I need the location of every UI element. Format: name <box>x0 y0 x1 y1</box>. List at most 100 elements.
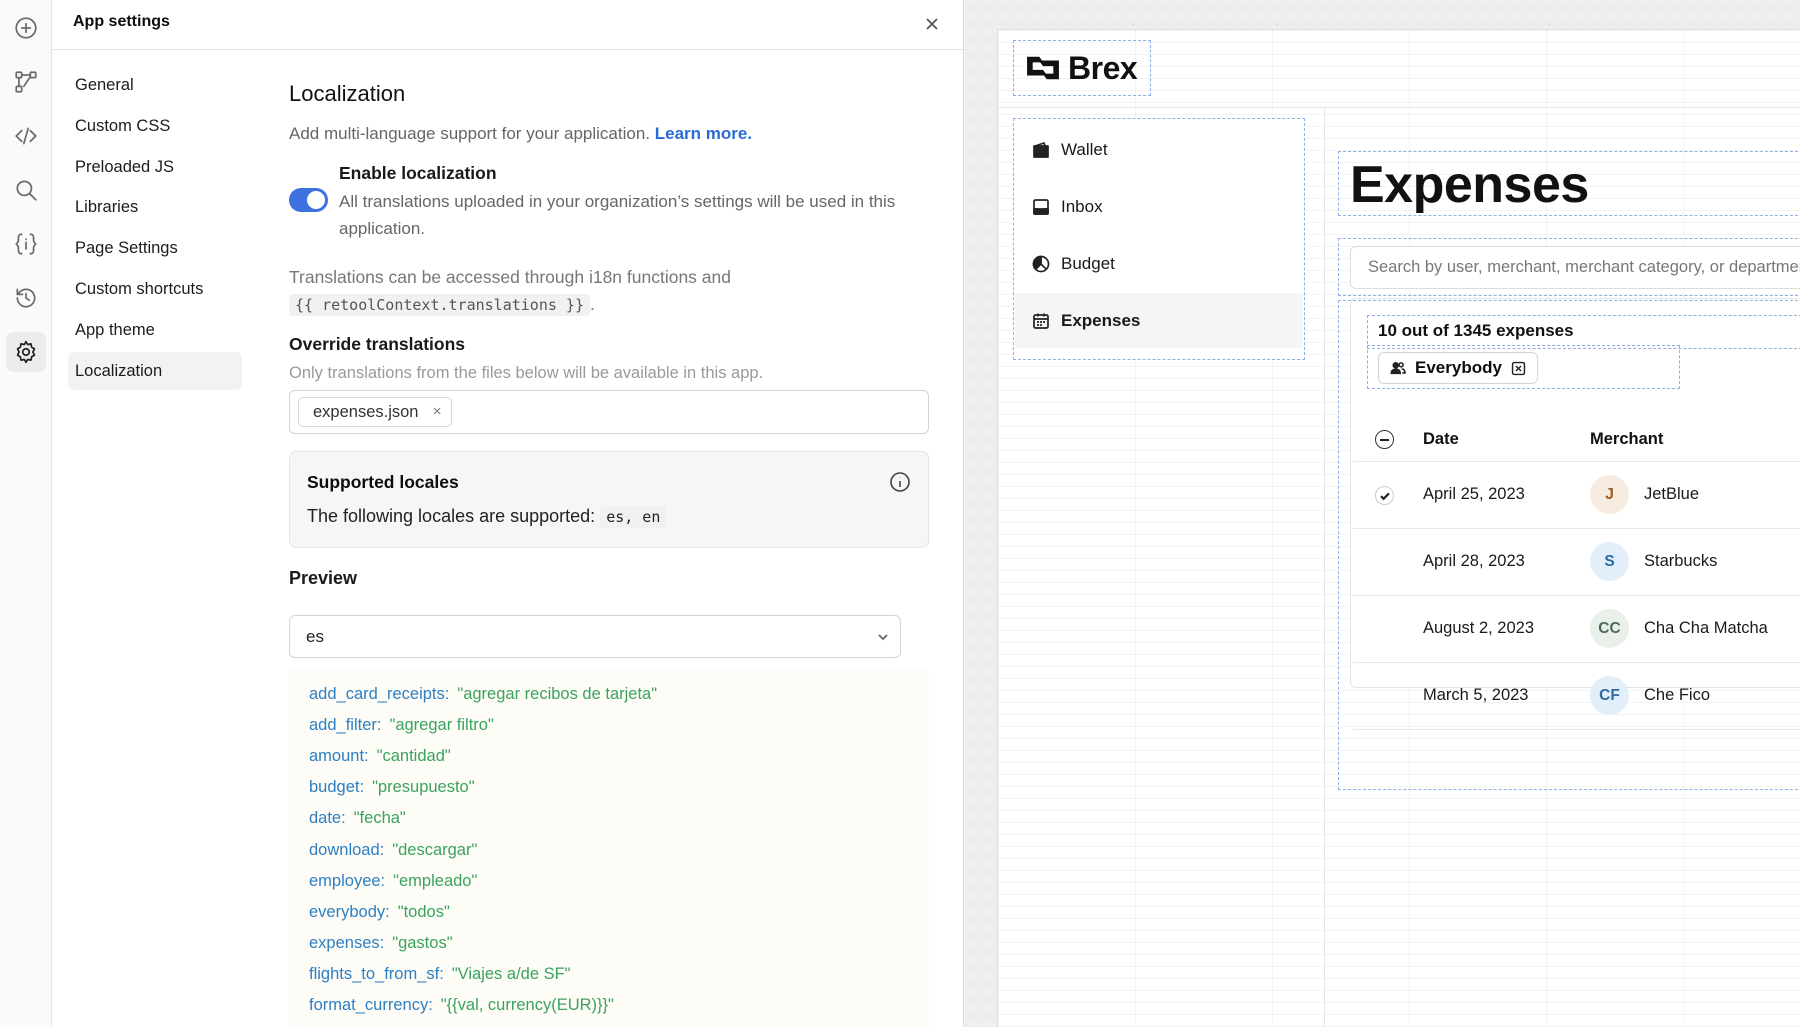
localization-description: Add multi-language support for your appl… <box>289 124 752 144</box>
translation-files-input[interactable]: expenses.json × <box>289 390 929 434</box>
row-merchant: JetBlue <box>1644 485 1700 503</box>
add-icon[interactable] <box>6 8 46 48</box>
state-icon[interactable] <box>6 224 46 264</box>
nav-item-preloaded-js[interactable]: Preloaded JS <box>68 148 242 186</box>
translation-value: "fecha" <box>353 809 406 827</box>
sidebar-item-expenses[interactable]: Expenses <box>1015 293 1303 348</box>
learn-more-link[interactable]: Learn more. <box>655 124 752 143</box>
app-sidebar: Wallet Inbox Budget Expenses <box>1013 118 1305 360</box>
translation-key: employee: <box>309 872 386 890</box>
settings-icon[interactable] <box>6 332 46 372</box>
enable-localization-title: Enable localization <box>339 163 497 183</box>
nav-item-custom-css[interactable]: Custom CSS <box>68 107 242 145</box>
translations-info-suffix: . <box>589 294 595 314</box>
app-settings-panel: App settings General Custom CSS Preloade… <box>52 0 964 1027</box>
translation-entry: budget: "presupuesto" <box>309 778 475 797</box>
nav-item-libraries[interactable]: Libraries <box>68 188 242 226</box>
translation-value: "todos" <box>397 903 450 921</box>
nav-item-app-theme[interactable]: App theme <box>68 311 242 349</box>
translation-value: "agregar filtro" <box>389 716 494 734</box>
row-merchant: Cha Cha Matcha <box>1644 619 1768 637</box>
translation-key: expenses: <box>309 934 385 952</box>
brex-logo-icon <box>1027 56 1059 80</box>
translation-value: "cantidad" <box>376 747 451 765</box>
code-icon[interactable] <box>6 116 46 156</box>
remove-file-icon[interactable]: × <box>433 398 442 426</box>
flow-icon[interactable] <box>6 62 46 102</box>
translation-entry: expenses: "gastos" <box>309 934 453 953</box>
table-row[interactable]: August 2, 2023 CC Cha Cha Matcha <box>1353 596 1800 663</box>
translation-key: date: <box>309 809 346 827</box>
page-title: Expenses <box>1350 156 1589 214</box>
remove-filter-icon[interactable] <box>1510 360 1527 377</box>
merchant-avatar: CC <box>1590 609 1629 648</box>
people-icon <box>1390 362 1406 375</box>
table-row[interactable]: March 5, 2023 CF Che Fico <box>1353 663 1800 730</box>
search-icon[interactable] <box>6 170 46 210</box>
sidebar-item-label: Wallet <box>1061 139 1108 159</box>
table-row[interactable]: April 28, 2023 S Starbucks <box>1353 529 1800 596</box>
supported-locales-title: Supported locales <box>307 472 459 492</box>
history-icon[interactable] <box>6 278 46 318</box>
supported-locales-text: The following locales are supported: es,… <box>307 506 667 528</box>
merchant-avatar: CF <box>1590 676 1629 715</box>
translations-code: {{ retoolContext.translations }} <box>289 294 590 316</box>
translation-value: "{{val, currency(EUR)}}" <box>440 996 614 1014</box>
brand-name: Brex <box>1068 49 1138 86</box>
column-merchant[interactable]: Merchant <box>1590 430 1663 449</box>
translation-entry: download: "descargar" <box>309 841 477 860</box>
sidebar-item-budget[interactable]: Budget <box>1015 236 1303 291</box>
icon-rail <box>0 0 52 1027</box>
row-merchant: Che Fico <box>1644 686 1711 704</box>
translation-value: "empleado" <box>393 872 478 890</box>
nav-item-page-settings[interactable]: Page Settings <box>68 229 242 267</box>
translation-entry: amount: "cantidad" <box>309 747 451 766</box>
search-frame <box>1338 238 1800 296</box>
translation-entry: date: "fecha" <box>309 809 406 828</box>
info-icon[interactable] <box>888 470 912 494</box>
nav-item-localization[interactable]: Localization <box>68 351 242 390</box>
preview-locale-select[interactable]: es <box>289 615 901 658</box>
filter-chip-label: Everybody <box>1415 358 1502 377</box>
translation-preview: add_card_receipts: "agregar recibos de ta… <box>289 670 929 1027</box>
sidebar-item-label: Budget <box>1061 253 1115 273</box>
nav-item-custom-shortcuts[interactable]: Custom shortcuts <box>68 270 242 308</box>
translations-info-text: Translations can be accessed through i18… <box>289 267 731 287</box>
panel-title: App settings <box>73 13 170 30</box>
inbox-icon <box>1033 198 1049 215</box>
preview-heading: Preview <box>289 568 358 588</box>
merchant-avatar: S <box>1590 542 1629 581</box>
supported-locales-label: The following locales are supported: <box>307 506 596 526</box>
wallet-icon <box>1033 141 1049 158</box>
select-all-checkbox[interactable] <box>1375 430 1394 449</box>
translation-value: "descargar" <box>392 841 478 859</box>
localization-heading: Localization <box>289 81 406 106</box>
translation-key: add_filter: <box>309 716 382 734</box>
sidebar-divider <box>1324 108 1325 1027</box>
table-row[interactable]: April 25, 2023 J JetBlue <box>1353 462 1800 529</box>
everybody-filter-chip[interactable]: Everybody <box>1378 352 1538 384</box>
description-text: Add multi-language support for your appl… <box>289 124 650 143</box>
row-checkbox[interactable] <box>1375 486 1394 505</box>
translation-entry: format_currency: "{{val, currency(EUR)}}" <box>309 996 614 1015</box>
translation-key: format_currency: <box>309 996 433 1014</box>
sidebar-item-wallet[interactable]: Wallet <box>1015 122 1303 177</box>
translation-value: "Viajes a/de SF" <box>451 965 571 983</box>
enable-localization-desc: All translations uploaded in your organi… <box>339 192 896 238</box>
override-heading: Override translations <box>289 334 466 354</box>
translation-entry: employee: "empleado" <box>309 872 477 891</box>
enable-localization-toggle[interactable] <box>289 188 328 212</box>
localization-content: Localization Add multi-language support … <box>289 0 929 1027</box>
row-date: March 5, 2023 <box>1423 686 1529 704</box>
brand-logo[interactable]: Brex <box>1013 40 1151 96</box>
row-date: August 2, 2023 <box>1423 619 1535 637</box>
column-date[interactable]: Date <box>1423 430 1459 449</box>
translation-entry: add_filter: "agregar filtro" <box>309 716 494 735</box>
sidebar-item-inbox[interactable]: Inbox <box>1015 179 1303 234</box>
check-icon <box>1379 492 1390 500</box>
nav-item-general[interactable]: General <box>68 66 242 104</box>
expenses-search-input[interactable] <box>1350 246 1800 289</box>
sidebar-item-label: Inbox <box>1061 196 1103 216</box>
supported-locales-codes: es, en <box>600 506 667 528</box>
override-help: Only translations from the files below w… <box>289 364 764 382</box>
